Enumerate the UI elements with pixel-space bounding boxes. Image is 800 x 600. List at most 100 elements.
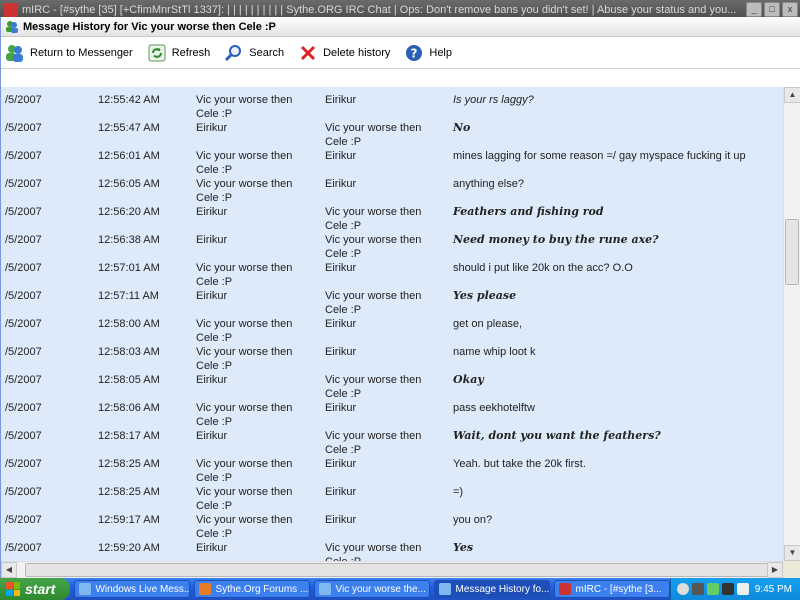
message-time: 12:58:03 AM: [98, 346, 160, 358]
message-date: /5/2007: [5, 206, 42, 218]
message-row[interactable]: /5/2007 12:58:25 AM Vic your worse then Ce…: [1, 451, 783, 484]
messenger-buddies-icon: [6, 44, 23, 62]
delete-icon: [301, 45, 316, 60]
tray-messenger-icon[interactable]: [707, 583, 720, 595]
msn-icon: [79, 583, 92, 595]
message-row[interactable]: /5/2007 12:57:11 AM Eirikur Vic your worse …: [1, 283, 783, 316]
message-from: Eirikur: [196, 374, 228, 386]
message-row[interactable]: /5/2007 12:56:38 AM Eirikur Vic your worse …: [1, 227, 783, 260]
message-row[interactable]: /5/2007 12:58:06 AM Vic your worse then Ce…: [1, 395, 783, 428]
message-text: name whip loot k: [453, 346, 536, 358]
message-date: /5/2007: [5, 178, 42, 190]
taskbar-task-label: Vic your worse the...: [335, 583, 426, 595]
message-date: /5/2007: [5, 430, 42, 442]
scroll-left-button[interactable]: ◀: [1, 562, 17, 578]
refresh-icon: [148, 44, 166, 61]
message-from: Eirikur: [196, 122, 228, 134]
message-text: get on please,: [453, 318, 523, 330]
scroll-down-button[interactable]: ▼: [784, 545, 800, 561]
message-time: 12:58:25 AM: [98, 486, 160, 498]
message-to: Eirikur: [325, 514, 357, 526]
vertical-scroll-thumb[interactable]: [785, 219, 799, 285]
message-row[interactable]: /5/2007 12:59:17 AM Vic your worse then Ce…: [1, 507, 783, 540]
taskbar-task[interactable]: Windows Live Mess...: [74, 580, 191, 598]
clock: 9:45 PM: [754, 583, 792, 595]
help-icon: ?: [406, 44, 423, 61]
message-row[interactable]: /5/2007 12:55:42 AM Vic your worse then Ce…: [1, 87, 783, 120]
vertical-scrollbar[interactable]: ▲ ▼: [783, 87, 800, 561]
message-text: anything else?: [453, 178, 524, 190]
message-text: No: [453, 121, 471, 134]
start-button[interactable]: start: [0, 578, 71, 600]
horizontal-scroll-thumb[interactable]: [25, 563, 769, 577]
taskbar: start Windows Live Mess... Sythe.Org Foru…: [0, 578, 800, 600]
message-from: Eirikur: [196, 290, 228, 302]
message-date: /5/2007: [5, 346, 42, 358]
message-to: Eirikur: [325, 178, 357, 190]
maximize-button[interactable]: □: [764, 2, 780, 17]
message-time: 12:59:20 AM: [98, 542, 160, 554]
message-row[interactable]: /5/2007 12:59:20 AM Eirikur Vic your worse …: [1, 535, 783, 561]
mirc-icon: [559, 583, 572, 595]
message-row[interactable]: /5/2007 12:58:25 AM Vic your worse then Ce…: [1, 479, 783, 512]
message-to: Eirikur: [325, 458, 357, 470]
message-text: =): [453, 486, 464, 498]
tray-volume-icon[interactable]: [677, 583, 690, 595]
message-date: /5/2007: [5, 486, 42, 498]
taskbar-task[interactable]: Sythe.Org Forums ...: [194, 580, 311, 598]
taskbar-task-label: Sythe.Org Forums ...: [215, 583, 309, 595]
message-row[interactable]: /5/2007 12:57:01 AM Vic your worse then Ce…: [1, 255, 783, 288]
help-button[interactable]: ? Help: [404, 43, 452, 63]
taskbar-task[interactable]: Vic your worse the...: [314, 580, 431, 598]
message-to: Eirikur: [325, 94, 357, 106]
start-label: start: [25, 581, 56, 597]
tray-steam-icon[interactable]: [692, 583, 705, 595]
message-row[interactable]: /5/2007 12:58:17 AM Eirikur Vic your worse …: [1, 423, 783, 456]
tray-network-icon[interactable]: [737, 583, 750, 595]
message-date: /5/2007: [5, 122, 42, 134]
taskbar-tasks: Windows Live Mess... Sythe.Org Forums ...…: [70, 580, 671, 598]
message-text: Yes please: [453, 289, 517, 302]
return-to-messenger-button[interactable]: Return to Messenger: [5, 43, 133, 63]
msn-icon: [319, 583, 332, 595]
message-list[interactable]: /5/2007 12:55:42 AM Vic your worse then Ce…: [1, 87, 783, 561]
message-time: 12:58:05 AM: [98, 374, 160, 386]
message-row[interactable]: /5/2007 12:56:20 AM Eirikur Vic your worse …: [1, 199, 783, 232]
message-to: Eirikur: [325, 262, 357, 274]
horizontal-scrollbar[interactable]: ◀ ▶: [1, 561, 783, 578]
taskbar-task[interactable]: Message History fo...: [434, 580, 551, 598]
mirc-icon: [4, 3, 18, 17]
scroll-right-button[interactable]: ▶: [767, 562, 783, 578]
refresh-button[interactable]: Refresh: [147, 43, 210, 63]
message-text: mines lagging for some reason =/ gay mys…: [453, 150, 746, 162]
message-row[interactable]: /5/2007 12:55:47 AM Eirikur Vic your worse …: [1, 115, 783, 148]
search-icon: [225, 44, 242, 61]
close-button[interactable]: x: [782, 2, 798, 17]
scrollbar-corner: [783, 561, 800, 578]
message-to: Eirikur: [325, 486, 357, 498]
message-time: 12:57:01 AM: [98, 262, 160, 274]
message-date: /5/2007: [5, 94, 42, 106]
message-date: /5/2007: [5, 150, 42, 162]
message-to: Eirikur: [325, 318, 357, 330]
message-from: Eirikur: [196, 430, 228, 442]
msn-icon: [439, 583, 452, 595]
message-time: 12:58:17 AM: [98, 430, 160, 442]
message-row[interactable]: /5/2007 12:56:05 AM Vic your worse then Ce…: [1, 171, 783, 204]
taskbar-task[interactable]: mIRC - [#sythe [3...: [554, 580, 671, 598]
message-row[interactable]: /5/2007 12:58:03 AM Vic your worse then Ce…: [1, 339, 783, 372]
window-titlebar[interactable]: Message History for Vic your worse then …: [1, 17, 800, 37]
delete-label: Delete history: [323, 46, 391, 59]
minimize-button[interactable]: _: [746, 2, 762, 17]
scroll-up-button[interactable]: ▲: [784, 87, 800, 103]
search-button[interactable]: Search: [224, 43, 284, 63]
window-title: Message History for Vic your worse then …: [23, 21, 276, 33]
delete-history-button[interactable]: Delete history: [298, 43, 390, 63]
message-row[interactable]: /5/2007 12:56:01 AM Vic your worse then Ce…: [1, 143, 783, 176]
taskbar-task-label: mIRC - [#sythe [3...: [575, 583, 662, 595]
message-from: Eirikur: [196, 206, 228, 218]
message-time: 12:56:38 AM: [98, 234, 160, 246]
message-row[interactable]: /5/2007 12:58:05 AM Eirikur Vic your worse …: [1, 367, 783, 400]
message-row[interactable]: /5/2007 12:58:00 AM Vic your worse then Ce…: [1, 311, 783, 344]
tray-app-icon[interactable]: [722, 583, 735, 595]
